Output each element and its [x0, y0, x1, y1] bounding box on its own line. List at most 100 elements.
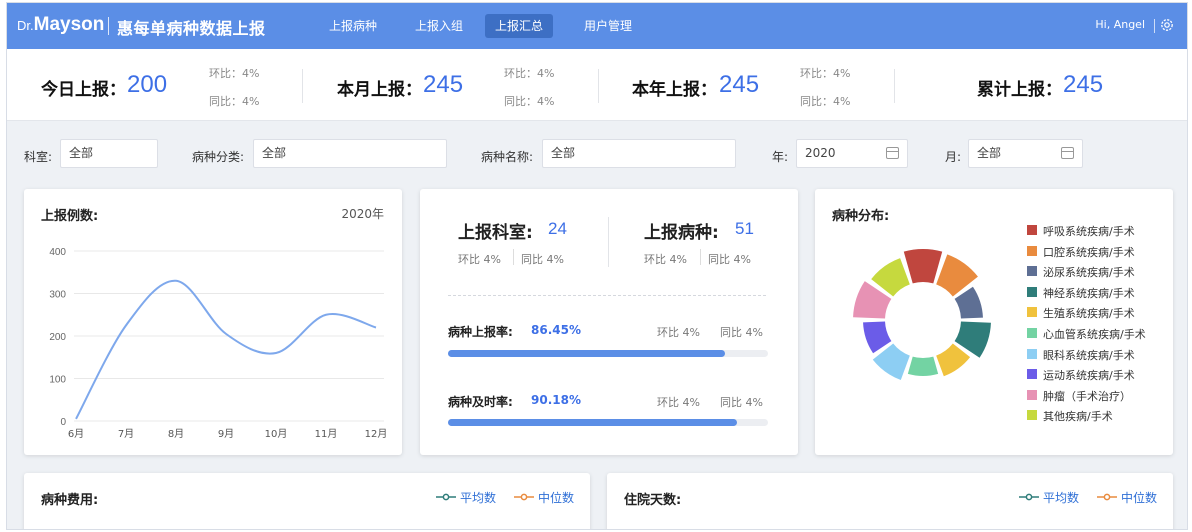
report-rate-bar-fill	[448, 350, 725, 357]
legend-item[interactable]: 其他疾病/手术	[1027, 408, 1113, 424]
legend-swatch	[1027, 245, 1037, 256]
legend-item[interactable]: 心血管系统疾病/手术	[1027, 326, 1146, 342]
stat-today-value: 200	[127, 71, 168, 98]
stat-today-tb: 同比：4%	[209, 95, 260, 108]
report-rate-tb: 同比 4%	[720, 326, 763, 339]
legend-swatch	[1027, 225, 1037, 235]
legend-label: 其他疾病/手术	[1043, 410, 1113, 424]
legend-median-icon	[1097, 493, 1117, 501]
user-divider	[1154, 19, 1155, 33]
nav-item-report-summary[interactable]: 上报汇总	[485, 14, 554, 38]
disease-count-value: 51	[735, 219, 754, 238]
legend-swatch	[1027, 266, 1037, 277]
logo-divider	[108, 17, 109, 35]
legend-avg-label[interactable]: 平均数	[1043, 489, 1079, 506]
legend-label: 口腔系统疾病/手术	[1043, 245, 1135, 259]
legend-item[interactable]: 运动系统疾病/手术	[1027, 367, 1135, 383]
month-picker-value: 全部	[977, 146, 1002, 160]
y-tick-label: 200	[49, 332, 66, 343]
dept-select-value: 全部	[69, 146, 94, 160]
stat-year-value: 245	[719, 71, 760, 98]
legend-item[interactable]: 泌尿系统疾病/手术	[1027, 264, 1135, 280]
legend-avg-icon	[436, 493, 456, 501]
legend-avg-icon	[1019, 493, 1039, 501]
disease-hb: 环比 4%	[644, 253, 687, 266]
x-tick-label: 10月	[265, 428, 288, 440]
report-rate-hb: 环比 4%	[657, 326, 700, 339]
legend-item[interactable]: 神经系统疾病/手术	[1027, 285, 1135, 301]
x-tick-label: 12月	[365, 428, 388, 440]
x-tick-label: 9月	[218, 428, 234, 440]
legend-label: 神经系统疾病/手术	[1043, 286, 1135, 300]
x-tick-label: 6月	[68, 428, 84, 440]
disease-cost-card: 病种费用: 平均数 中位数	[24, 473, 590, 529]
stats-row: 今日上报： 200 环比：4% 同比：4% 本月上报： 245 环比：4% 同比…	[7, 49, 1187, 121]
nav-item-report-group[interactable]: 上报入组	[405, 14, 473, 38]
divider	[598, 69, 599, 103]
gear-icon[interactable]	[1159, 17, 1175, 33]
legend-median-label[interactable]: 中位数	[1121, 489, 1157, 506]
y-tick-label: 400	[49, 247, 66, 258]
donut-slice[interactable]	[903, 249, 943, 284]
disease-tb: 同比 4%	[708, 253, 751, 266]
legend-label: 呼吸系统疾病/手术	[1043, 225, 1135, 238]
user-greeting[interactable]: Hi, Angel	[1095, 18, 1145, 31]
divider	[608, 217, 609, 267]
legend-median-icon	[514, 493, 534, 501]
line-chart: 0 100 200 300 400 6月 7月 8月 9月 10月 11月 12月	[49, 247, 388, 440]
legend-item[interactable]: 口腔系统疾病/手术	[1027, 244, 1135, 260]
logo-name: Mayson	[33, 14, 105, 35]
legend-swatch	[1027, 286, 1037, 297]
app-title: 惠每单病种数据上报	[117, 19, 266, 38]
donut-slice[interactable]	[936, 343, 971, 377]
stat-today-hb: 环比：4%	[209, 67, 260, 80]
calendar-icon	[886, 147, 899, 159]
dept-select[interactable]: 全部	[60, 139, 158, 168]
summary-card: 上报科室: 24 环比 4% 同比 4% 上报病种: 51 环比 4% 同比 4…	[420, 189, 798, 455]
nav-item-user-management[interactable]: 用户管理	[574, 14, 642, 38]
donut-slice[interactable]	[907, 356, 939, 376]
category-select[interactable]: 全部	[253, 139, 447, 168]
dept-filter-label: 科室:	[24, 150, 53, 164]
year-picker[interactable]: 2020	[796, 139, 908, 168]
year-filter-label: 年:	[772, 150, 789, 164]
divider	[894, 69, 895, 103]
stat-total-label: 累计上报：	[977, 80, 1062, 100]
legend-median-label[interactable]: 中位数	[538, 489, 574, 506]
stat-total-value: 245	[1063, 71, 1104, 98]
stat-month-value: 245	[423, 71, 464, 98]
app-window: Dr.Mayson 惠每单病种数据上报 上报病种 上报入组 上报汇总 用户管理 …	[6, 2, 1188, 530]
legend-item[interactable]: 呼吸系统疾病/手术	[1027, 223, 1135, 239]
legend-item[interactable]: 肿瘤（手术治疗）	[1027, 388, 1131, 404]
top-nav: Dr.Mayson 惠每单病种数据上报 上报病种 上报入组 上报汇总 用户管理 …	[7, 3, 1187, 49]
dashed-divider	[448, 295, 766, 296]
divider	[700, 249, 701, 265]
legend-label: 心血管系统疾病/手术	[1043, 328, 1146, 341]
category-select-value: 全部	[262, 146, 287, 160]
legend-label: 运动系统疾病/手术	[1043, 369, 1135, 383]
y-tick-label: 100	[49, 375, 66, 386]
disease-name-select[interactable]: 全部	[542, 139, 736, 168]
calendar-icon	[1061, 147, 1074, 159]
legend-swatch	[1027, 348, 1037, 359]
timely-rate-value: 90.18%	[531, 393, 581, 407]
month-filter-label: 月:	[945, 150, 962, 164]
legend-avg-label[interactable]: 平均数	[460, 489, 496, 506]
legend-item[interactable]: 生殖系统疾病/手术	[1027, 305, 1135, 321]
x-tick-label: 11月	[315, 428, 338, 440]
legend-swatch	[1027, 328, 1037, 338]
disease-cost-title: 病种费用:	[41, 493, 99, 508]
legend-item[interactable]: 眼科系统疾病/手术	[1027, 347, 1135, 363]
legend-label: 眼科系统疾病/手术	[1043, 348, 1135, 362]
year-picker-value: 2020	[805, 146, 836, 160]
month-picker[interactable]: 全部	[968, 139, 1083, 168]
dept-count-value: 24	[548, 219, 567, 238]
logo-dr: Dr.	[17, 18, 34, 33]
x-tick-label: 8月	[168, 428, 184, 440]
category-filter-label: 病种分类:	[192, 150, 245, 164]
stat-year-label: 本年上报：	[632, 80, 717, 100]
dept-tb: 同比 4%	[521, 253, 564, 266]
nav-item-report-disease[interactable]: 上报病种	[319, 14, 387, 38]
timely-rate-hb: 环比 4%	[657, 396, 700, 409]
report-rate-bar	[448, 350, 768, 357]
